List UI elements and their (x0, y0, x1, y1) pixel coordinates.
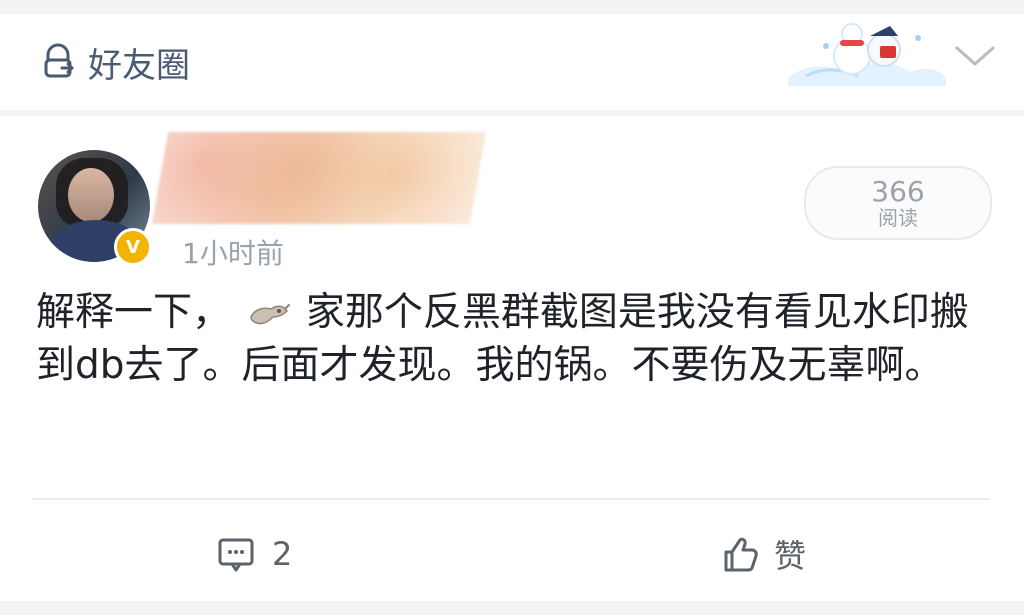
post-text: 解释一下， 家那个反黑群截图是我没有看见水印搬到db去了。后面才发现。我的锅。不… (36, 286, 996, 392)
verified-badge-icon: V (114, 228, 152, 266)
read-count-pill: 366 阅读 (804, 166, 992, 240)
cat-emoji-icon (250, 303, 291, 324)
like-button[interactable]: 赞 (716, 528, 806, 580)
winter-decoration-icon (788, 23, 946, 86)
comment-button[interactable]: 2 (214, 528, 292, 580)
read-label: 阅读 (878, 206, 918, 230)
thumbs-up-icon (724, 537, 758, 572)
username-redacted[interactable] (151, 132, 487, 224)
like-label: 赞 (774, 537, 807, 575)
group-header[interactable]: 好友圈 (38, 40, 190, 86)
post-time: 1小时前 (182, 237, 284, 270)
lock-group-icon (44, 43, 74, 78)
post-text-part-1: 解释一下， (36, 290, 232, 335)
read-count: 366 (871, 175, 925, 208)
comment-count: 2 (272, 535, 293, 573)
comment-icon (218, 538, 254, 572)
divider (32, 498, 990, 500)
chevron-down-icon[interactable] (953, 42, 997, 70)
group-label: 好友圈 (88, 45, 190, 86)
